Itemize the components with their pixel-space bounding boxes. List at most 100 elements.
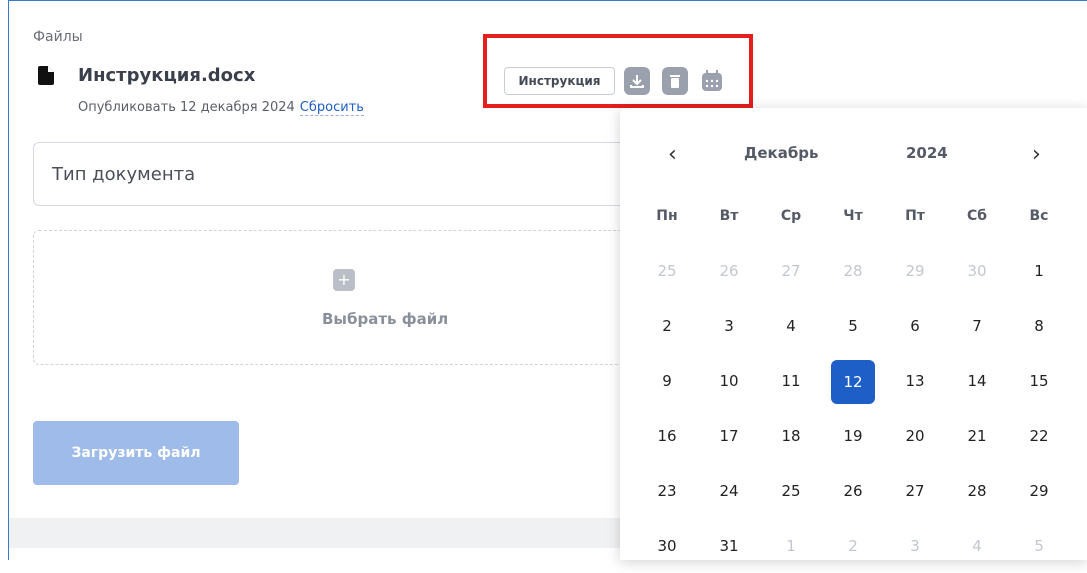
date-picker: ‹ Декабрь 2024 › Пн Вт Ср Чт Пт Сб Вс 25 26 27 28 2… <box>620 108 1087 560</box>
calendar-button[interactable] <box>699 67 725 95</box>
calendar-day[interactable]: 8 <box>1008 305 1070 347</box>
calendar-day-label: 31 <box>719 536 739 555</box>
calendar-day-label: 6 <box>910 316 920 335</box>
calendar-day[interactable]: 15 <box>1008 360 1070 402</box>
calendar-day[interactable]: 30 <box>636 525 698 567</box>
delete-button[interactable] <box>662 67 688 95</box>
calendar-day-label: 13 <box>905 371 925 390</box>
calendar-week: 9 10 11 12 13 14 15 <box>636 353 1070 408</box>
weekday-label: Вт <box>719 207 739 224</box>
prev-month-button[interactable]: ‹ <box>668 142 677 167</box>
download-button[interactable] <box>624 67 650 95</box>
calendar-day[interactable]: 1 <box>1008 250 1070 292</box>
reset-link[interactable]: Сбросить <box>299 100 364 116</box>
calendar-day-label: 5 <box>1034 536 1044 555</box>
calendar-month[interactable]: Декабрь <box>744 144 819 162</box>
calendar-week: 23 24 25 26 27 28 29 <box>636 463 1070 518</box>
calendar-day[interactable]: 7 <box>946 305 1008 347</box>
add-file-icon: + <box>333 269 355 291</box>
calendar-day[interactable]: 29 <box>1008 470 1070 512</box>
calendar-day-label: 27 <box>905 481 925 500</box>
publish-label: Опубликовать 12 декабря 2024 <box>78 100 295 115</box>
calendar-day[interactable]: 11 <box>760 360 822 402</box>
calendar-day-label: 18 <box>781 426 801 445</box>
calendar-day[interactable]: 25 <box>636 250 698 292</box>
calendar-week: 16 17 18 19 20 21 22 <box>636 408 1070 463</box>
calendar-week: 25 26 27 28 29 30 1 <box>636 243 1070 298</box>
calendar-day-label: 15 <box>1029 371 1049 390</box>
calendar-day[interactable]: 29 <box>884 250 946 292</box>
calendar-day-label: 1 <box>1034 261 1044 280</box>
calendar-day[interactable]: 13 <box>884 360 946 402</box>
calendar-week: 2 3 4 5 6 7 8 <box>636 298 1070 353</box>
calendar-day-label: 25 <box>781 481 801 500</box>
weekday-label: Сб <box>966 207 988 224</box>
calendar-day[interactable]: 9 <box>636 360 698 402</box>
calendar-icon <box>702 70 722 91</box>
choose-file-label[interactable]: Выбрать файл <box>322 310 448 328</box>
file-name[interactable]: Инструкция.docx <box>78 65 255 86</box>
doc-type-select[interactable]: Тип документа <box>33 142 653 206</box>
bottom-strip <box>9 518 629 548</box>
document-icon <box>38 66 54 85</box>
calendar-day[interactable]: 26 <box>698 250 760 292</box>
calendar-day[interactable]: 3 <box>698 305 760 347</box>
calendar-year[interactable]: 2024 <box>906 144 948 162</box>
calendar-day-selected[interactable]: 12 <box>822 359 884 404</box>
calendar-day-label: 16 <box>657 426 677 445</box>
next-month-button[interactable]: › <box>1032 142 1041 167</box>
document-tag-button[interactable]: Инструкция <box>504 67 615 95</box>
calendar-day[interactable]: 10 <box>698 360 760 402</box>
download-icon <box>630 75 644 88</box>
calendar-day-label: 7 <box>972 316 982 335</box>
calendar-day[interactable]: 5 <box>1008 525 1070 567</box>
calendar-day[interactable]: 27 <box>884 470 946 512</box>
calendar-day-label: 29 <box>905 261 925 280</box>
calendar-day-label: 29 <box>1029 481 1049 500</box>
calendar-day-label: 3 <box>724 316 734 335</box>
calendar-day[interactable]: 3 <box>884 525 946 567</box>
calendar-day[interactable]: 5 <box>822 305 884 347</box>
calendar-day-label: 17 <box>719 426 739 445</box>
calendar-day-label: 4 <box>786 316 796 335</box>
calendar-day[interactable]: 25 <box>760 470 822 512</box>
calendar-day-label: 26 <box>719 261 739 280</box>
calendar-day[interactable]: 18 <box>760 415 822 457</box>
calendar-day[interactable]: 26 <box>822 470 884 512</box>
calendar-day[interactable]: 30 <box>946 250 1008 292</box>
calendar-day[interactable]: 31 <box>698 525 760 567</box>
calendar-day[interactable]: 23 <box>636 470 698 512</box>
calendar-day[interactable]: 14 <box>946 360 1008 402</box>
upload-file-button[interactable]: Загрузить файл <box>33 421 239 485</box>
calendar-day[interactable]: 27 <box>760 250 822 292</box>
calendar-day[interactable]: 28 <box>822 250 884 292</box>
calendar-day-label: 22 <box>1029 426 1049 445</box>
calendar-day[interactable]: 22 <box>1008 415 1070 457</box>
section-label: Файлы <box>33 29 83 45</box>
calendar-day[interactable]: 6 <box>884 305 946 347</box>
doc-type-placeholder: Тип документа <box>52 164 196 185</box>
calendar-day[interactable]: 2 <box>636 305 698 347</box>
calendar-day[interactable]: 16 <box>636 415 698 457</box>
file-drop-zone[interactable] <box>33 230 653 365</box>
calendar-day[interactable]: 24 <box>698 470 760 512</box>
calendar-day[interactable]: 19 <box>822 415 884 457</box>
calendar-day-label: 11 <box>781 371 801 390</box>
calendar-day[interactable]: 2 <box>822 525 884 567</box>
calendar-day-label: 1 <box>786 536 796 555</box>
calendar-day[interactable]: 28 <box>946 470 1008 512</box>
calendar-day[interactable]: 20 <box>884 415 946 457</box>
calendar-day-label: 30 <box>967 261 987 280</box>
calendar-day-label: 5 <box>848 316 858 335</box>
calendar-day[interactable]: 21 <box>946 415 1008 457</box>
calendar-day-label: 9 <box>662 371 672 390</box>
calendar-day[interactable]: 17 <box>698 415 760 457</box>
calendar-day[interactable]: 4 <box>760 305 822 347</box>
calendar-day-label: 2 <box>848 536 858 555</box>
calendar-day[interactable]: 1 <box>760 525 822 567</box>
calendar-day-label: 25 <box>657 261 677 280</box>
calendar-day-label: 21 <box>967 426 987 445</box>
calendar-grid: Пн Вт Ср Чт Пт Сб Вс 25 26 27 28 29 30 1 2 3 4 5 6 7 8 9 10 11 1… <box>636 188 1070 573</box>
calendar-day[interactable]: 4 <box>946 525 1008 567</box>
calendar-week: 30 31 1 2 3 4 5 <box>636 518 1070 573</box>
